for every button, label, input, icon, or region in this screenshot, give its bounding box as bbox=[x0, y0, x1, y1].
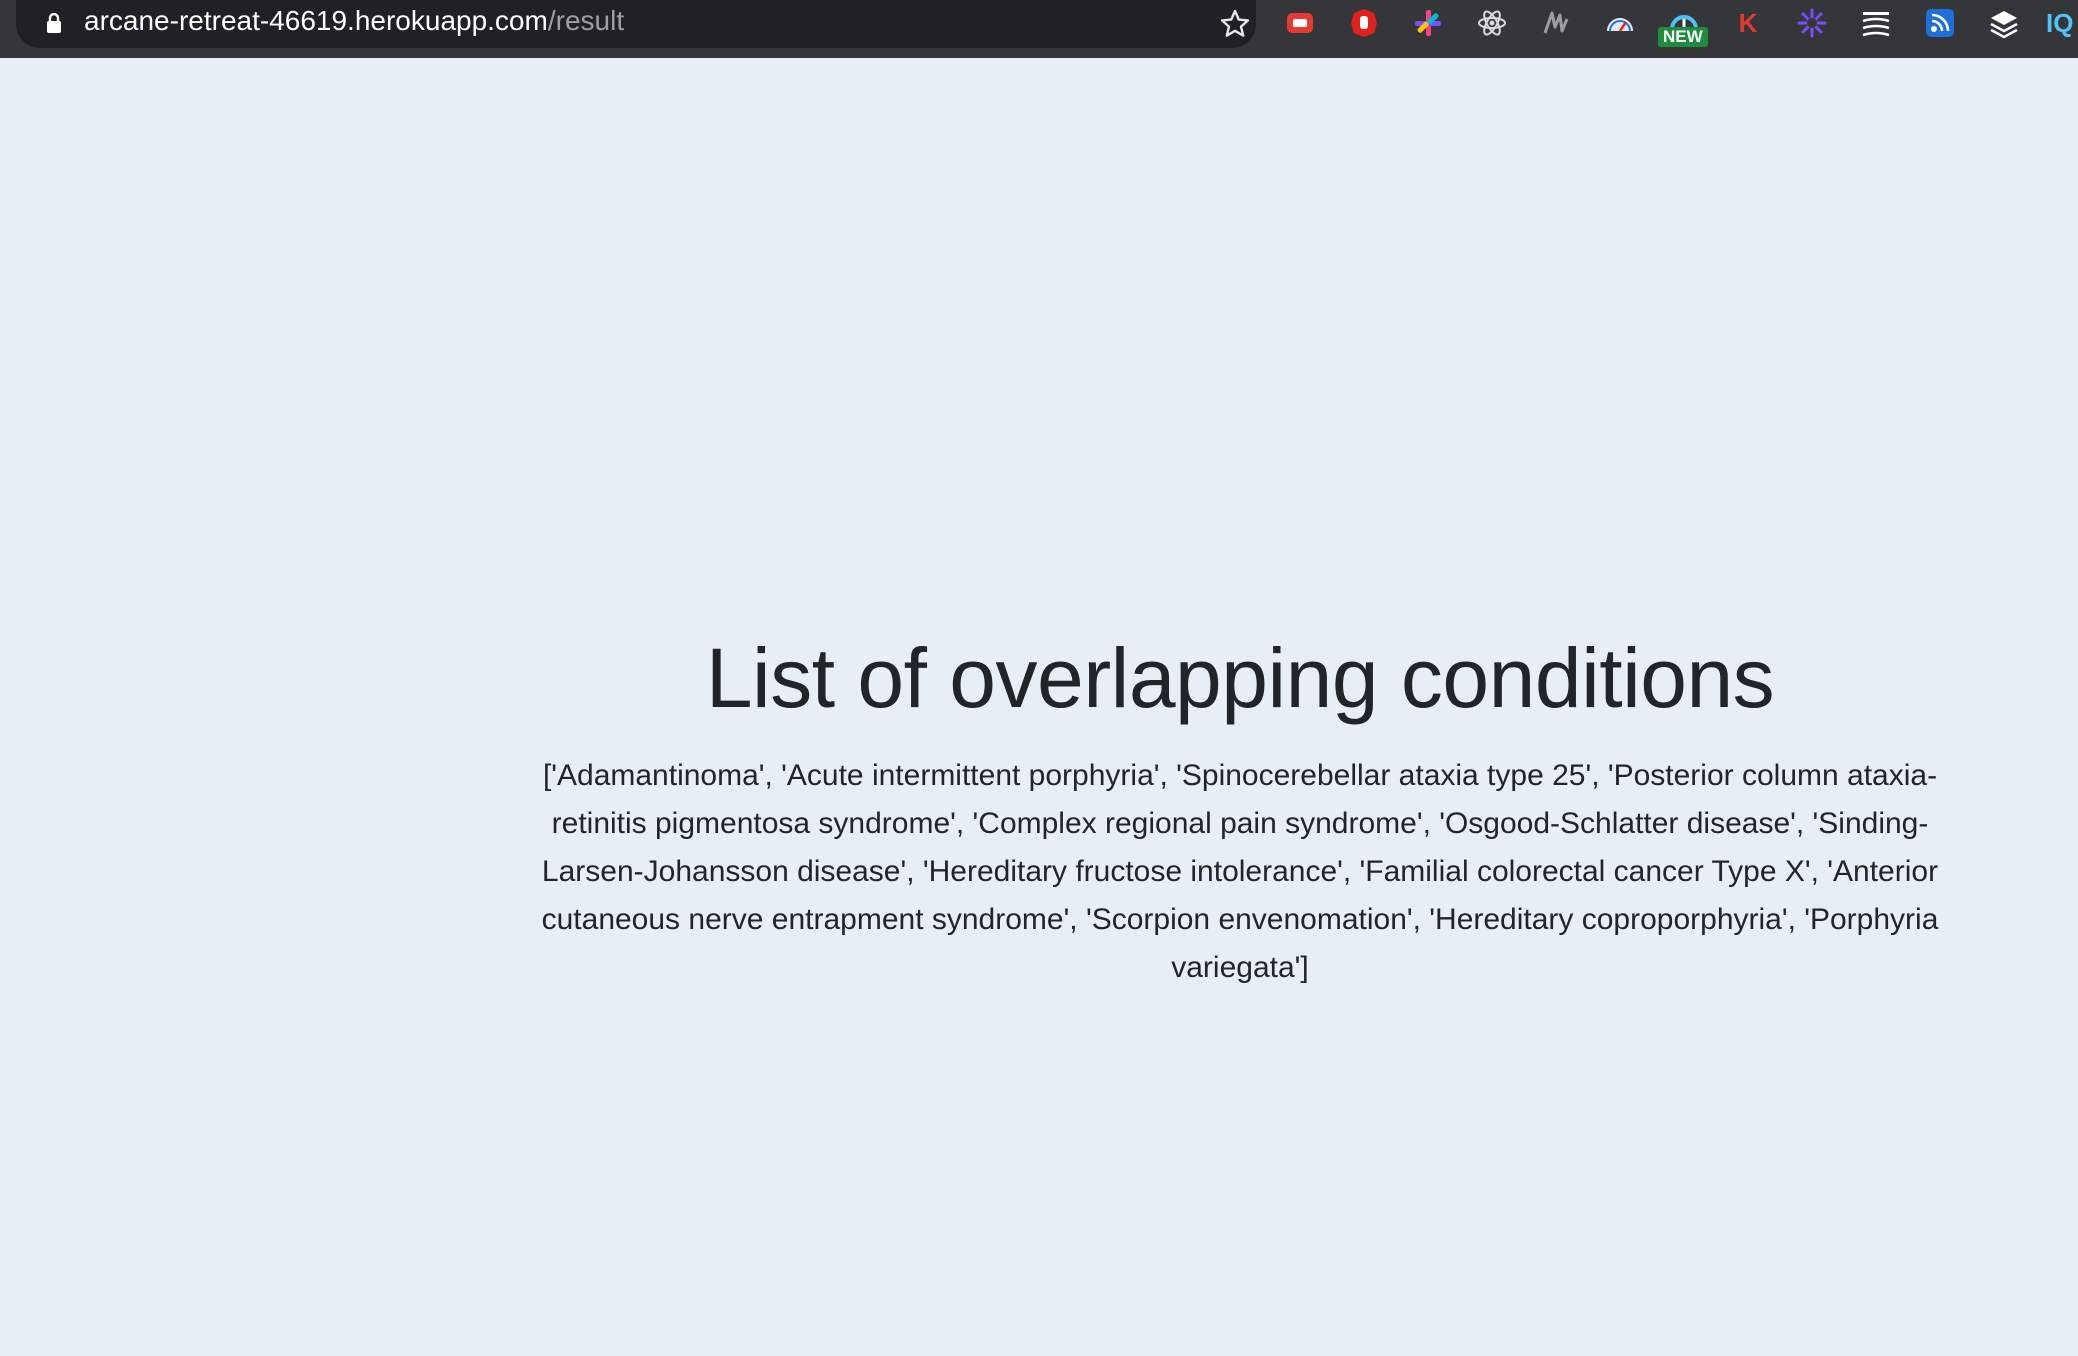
feed-extension-icon[interactable] bbox=[1923, 6, 1957, 40]
adblock-hand-icon[interactable] bbox=[1347, 6, 1381, 40]
url-text[interactable]: arcane-retreat-46619.herokuapp.com/resul… bbox=[84, 3, 624, 39]
conditions-list: ['Adamantinoma', 'Acute intermittent por… bbox=[541, 759, 1939, 984]
result-content: List of overlapping conditions ['Adamant… bbox=[510, 628, 1970, 992]
reader-extension-icon[interactable] bbox=[1859, 6, 1893, 40]
new-badge: NEW bbox=[1658, 27, 1708, 47]
layers-extension-icon[interactable] bbox=[1987, 6, 2021, 40]
iq-extension-icon[interactable]: IQ bbox=[2046, 6, 2078, 40]
bookmark-star-icon[interactable] bbox=[1218, 7, 1252, 41]
signature-extension-icon[interactable] bbox=[1539, 6, 1573, 40]
browser-toolbar: arcane-retreat-46619.herokuapp.com/resul… bbox=[0, 0, 2078, 58]
lock-icon[interactable] bbox=[44, 12, 64, 34]
react-devtools-icon[interactable] bbox=[1475, 6, 1509, 40]
k-extension-icon[interactable]: K bbox=[1731, 6, 1765, 40]
sunburst-extension-icon[interactable] bbox=[1795, 6, 1829, 40]
page-body: List of overlapping conditions ['Adamant… bbox=[0, 58, 2078, 1356]
address-bar[interactable]: arcane-retreat-46619.herokuapp.com/resul… bbox=[16, 0, 1256, 48]
url-path: /result bbox=[547, 5, 625, 36]
page-title: List of overlapping conditions bbox=[705, 631, 1775, 725]
video-extension-icon[interactable] bbox=[1283, 6, 1317, 40]
speedometer-extension-icon[interactable] bbox=[1603, 6, 1637, 40]
url-host: arcane-retreat-46619.herokuapp.com bbox=[84, 5, 548, 36]
pinwheel-extension-icon[interactable] bbox=[1411, 6, 1445, 40]
